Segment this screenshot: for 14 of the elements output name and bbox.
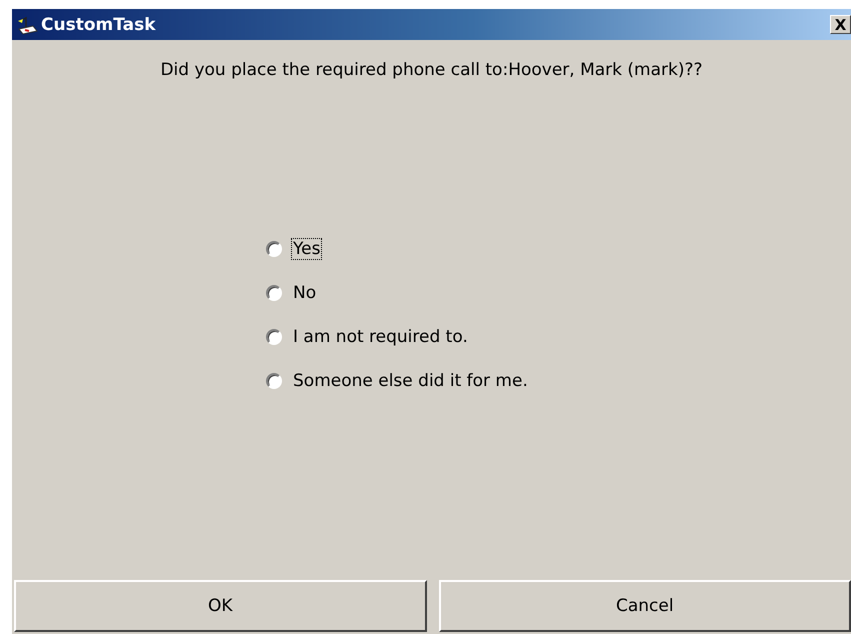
window-title: CustomTask xyxy=(41,14,157,34)
option-label[interactable]: No xyxy=(291,282,318,304)
cancel-button[interactable]: Cancel xyxy=(438,580,851,632)
radio-button[interactable] xyxy=(266,285,282,301)
option-label[interactable]: I am not required to. xyxy=(291,326,470,348)
question-text: Did you place the required phone call to:Hoover, Mark (mark)?? xyxy=(159,60,704,80)
ok-button[interactable]: OK xyxy=(14,580,426,632)
option-label[interactable]: Yes xyxy=(291,238,322,260)
desk-lamp-icon xyxy=(16,14,38,34)
option-label[interactable]: Someone else did it for me. xyxy=(291,370,530,392)
radio-button[interactable] xyxy=(266,329,282,345)
radio-button[interactable] xyxy=(266,373,282,389)
radio-button[interactable] xyxy=(266,241,282,257)
close-button[interactable]: X xyxy=(830,15,851,34)
